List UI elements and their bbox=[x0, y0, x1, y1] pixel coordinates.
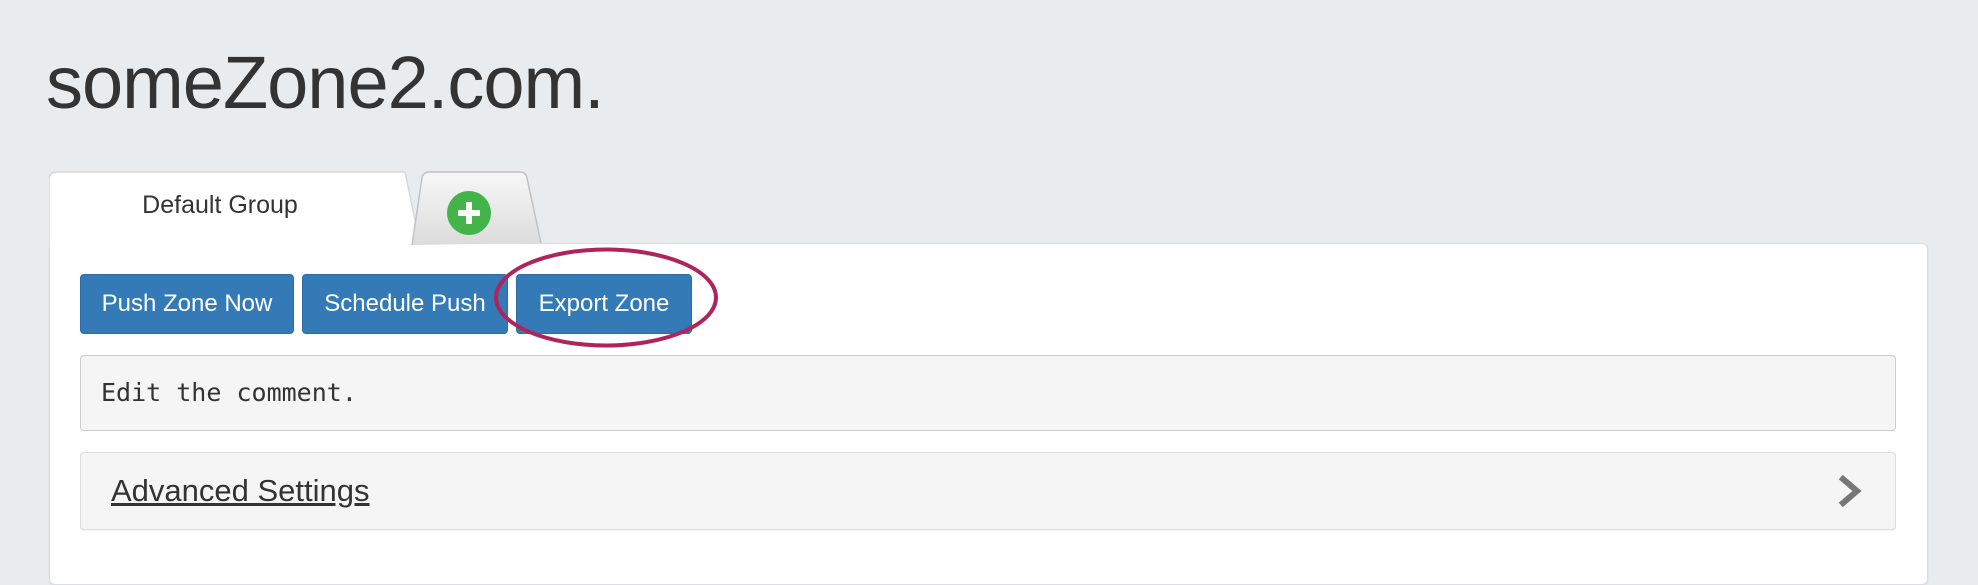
plus-circle-icon bbox=[447, 191, 491, 235]
tab-label: Default Group bbox=[142, 191, 298, 219]
add-tab-button[interactable] bbox=[410, 170, 545, 245]
export-zone-button[interactable]: Export Zone bbox=[516, 274, 692, 334]
push-zone-now-button[interactable]: Push Zone Now bbox=[80, 274, 294, 334]
schedule-push-button[interactable]: Schedule Push bbox=[302, 274, 508, 334]
advanced-settings-toggle[interactable]: Advanced Settings bbox=[80, 452, 1896, 530]
page-title: someZone2.com. bbox=[46, 41, 605, 124]
chevron-right-icon bbox=[1838, 475, 1862, 507]
tab-default-group[interactable]: Default Group bbox=[49, 170, 429, 250]
comment-field[interactable]: Edit the comment. bbox=[80, 355, 1896, 431]
advanced-settings-label: Advanced Settings bbox=[111, 473, 370, 508]
